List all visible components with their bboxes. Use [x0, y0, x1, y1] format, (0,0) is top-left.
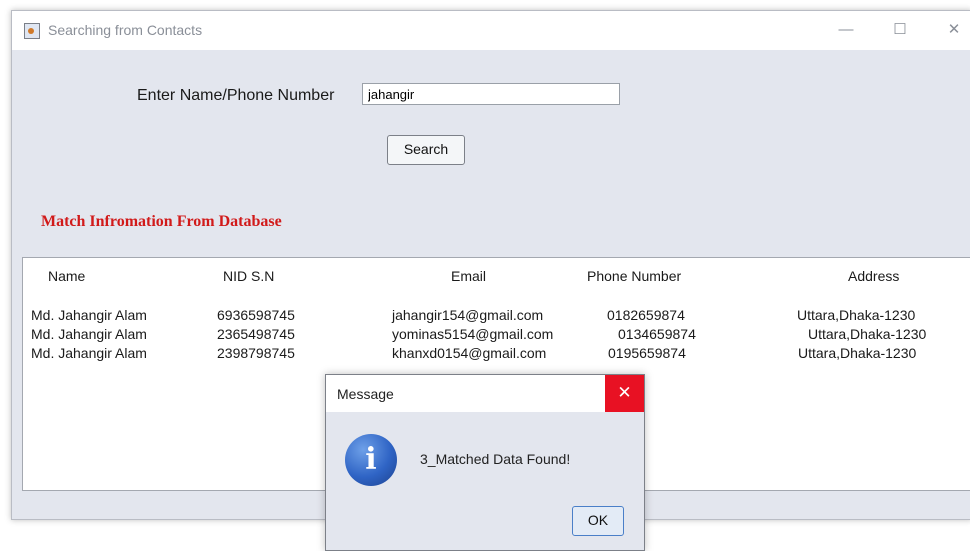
- search-label: Enter Name/Phone Number: [137, 87, 335, 104]
- table-cell-address: Uttara,Dhaka-1230: [808, 326, 927, 342]
- dialog-close-button[interactable]: ✕: [605, 375, 644, 412]
- table-cell-phone: 0195659874: [608, 345, 686, 361]
- table-cell-name: Md. Jahangir Alam: [31, 326, 147, 342]
- column-header-name: Name: [48, 268, 86, 284]
- table-cell-email: yominas5154@gmail.com: [392, 326, 554, 342]
- column-header-email: Email: [451, 268, 487, 284]
- column-header-phone: Phone Number: [587, 268, 682, 284]
- info-icon: i: [345, 434, 397, 486]
- table-cell-address: Uttara,Dhaka-1230: [798, 345, 917, 361]
- search-input[interactable]: [362, 83, 620, 105]
- table-cell-email: jahangir154@gmail.com: [392, 307, 544, 323]
- maximize-button[interactable]: ☐: [880, 19, 920, 41]
- message-dialog: Message ✕ i 3_Matched Data Found! OK: [325, 374, 645, 551]
- title-bar[interactable]: Searching from Contacts — ☐ ✕: [12, 11, 970, 50]
- section-heading: Match Infromation From Database: [41, 213, 282, 230]
- table-cell-nid: 6936598745: [217, 307, 295, 323]
- table-cell-phone: 0182659874: [607, 307, 685, 323]
- ok-button[interactable]: OK: [572, 506, 624, 536]
- table-cell-name: Md. Jahangir Alam: [31, 345, 147, 361]
- dialog-title-bar[interactable]: Message ✕: [326, 375, 644, 412]
- column-header-nid: NID S.N: [223, 268, 275, 284]
- dialog-message: 3_Matched Data Found!: [420, 451, 571, 467]
- table-cell-address: Uttara,Dhaka-1230: [797, 307, 916, 323]
- table-cell-email: khanxd0154@gmail.com: [392, 345, 547, 361]
- table-cell-nid: 2398798745: [217, 345, 295, 361]
- table-cell-name: Md. Jahangir Alam: [31, 307, 147, 323]
- java-app-icon: [24, 23, 40, 39]
- close-button[interactable]: ✕: [934, 19, 970, 41]
- column-header-address: Address: [848, 268, 900, 284]
- table-cell-phone: 0134659874: [618, 326, 696, 342]
- dialog-title: Message: [337, 386, 394, 402]
- minimize-button[interactable]: —: [826, 19, 866, 41]
- search-button[interactable]: Search: [387, 135, 465, 165]
- table-cell-nid: 2365498745: [217, 326, 295, 342]
- window-title: Searching from Contacts: [48, 22, 203, 38]
